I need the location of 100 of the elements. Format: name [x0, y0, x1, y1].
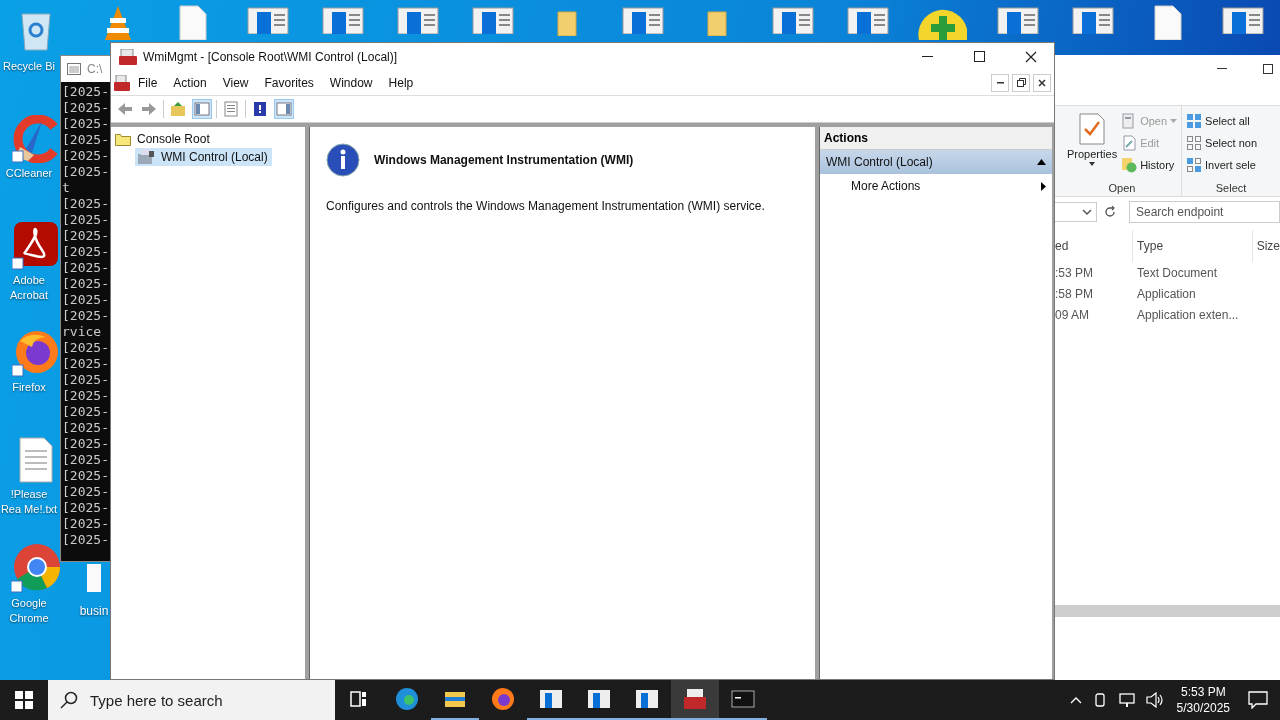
close-icon	[1025, 50, 1037, 63]
column-header[interactable]: Size	[1252, 230, 1280, 262]
console-line: [2025-	[62, 420, 110, 436]
maximize-button[interactable]	[1260, 61, 1276, 77]
console-line: [2025-	[62, 212, 110, 228]
document-window-icon[interactable]	[471, 4, 514, 34]
properties-button[interactable]: Properties	[1067, 112, 1118, 182]
ribbon-group-label: Open	[1107, 182, 1137, 194]
minimize-icon	[996, 81, 1004, 84]
maximize-icon	[973, 51, 985, 62]
table-cell-text: Application exten...	[1136, 307, 1240, 322]
menu-item[interactable]: Favorites	[256, 73, 322, 92]
table-cell-text: :53 PM	[1055, 265, 1094, 280]
pdf-app-icon[interactable]	[12, 222, 60, 270]
maximize-icon	[1263, 64, 1273, 74]
info-icon	[326, 143, 360, 177]
menu-item[interactable]: Help	[380, 73, 422, 92]
tree-pane-button[interactable]	[192, 99, 212, 119]
minimize-icon	[921, 55, 933, 58]
toolbox-taskbar-button[interactable]	[671, 680, 719, 720]
filled-grid-icon	[1186, 113, 1203, 129]
tree-item[interactable]: WMI Control (Local)	[135, 148, 272, 166]
console-line: [2025-	[62, 340, 110, 356]
console-line: [2025-	[62, 244, 110, 260]
document-window-icon[interactable]	[996, 4, 1039, 34]
document-window-icon[interactable]	[846, 4, 889, 34]
window-icon	[67, 63, 81, 75]
list-icon	[223, 101, 239, 117]
close-button[interactable]	[1033, 73, 1051, 92]
document-window-icon[interactable]	[396, 4, 439, 34]
document-window-icon[interactable]	[1071, 4, 1114, 34]
menu-item[interactable]: Window	[321, 73, 381, 92]
back-arrow-icon	[117, 101, 133, 117]
file-icon[interactable]	[177, 4, 208, 40]
fox-globe-icon[interactable]	[12, 329, 60, 377]
ribbon-button[interactable]: History	[1121, 156, 1178, 174]
four-squares-icon	[15, 691, 33, 709]
list-button[interactable]	[221, 99, 241, 119]
content-description: Configures and controls the Windows Management Instrumentation (WMI) service.	[326, 199, 766, 213]
actions-section-header[interactable]: WMI Control (Local)	[820, 150, 1052, 174]
toolbox-icon	[683, 687, 707, 711]
up-folder-button[interactable]	[168, 99, 188, 119]
console-line: [2025-	[62, 404, 110, 420]
close-icon	[1038, 78, 1046, 87]
window-title: WmiMgmt - [Console Root\WMI Control (Local)]	[143, 49, 399, 64]
browser-logo-icon[interactable]	[11, 543, 61, 593]
console-line: [2025-	[62, 308, 110, 324]
console-line: [2025-	[62, 388, 110, 404]
file-icon[interactable]	[1152, 4, 1183, 40]
action-item[interactable]: More Actions	[820, 174, 1052, 198]
table-cell-text: 09 AM	[1055, 307, 1091, 322]
document-window-icon[interactable]	[321, 4, 364, 34]
chevron-up-icon[interactable]	[1069, 696, 1082, 704]
toolbox-icon	[119, 48, 137, 65]
menu-item[interactable]: File	[130, 73, 166, 92]
menu-item[interactable]: Action	[165, 73, 215, 92]
checkered-grid-icon	[1186, 157, 1203, 173]
search-field[interactable]: Search endpoint	[1129, 201, 1280, 223]
collapse-arrow-icon	[1037, 159, 1046, 165]
console-line: [2025-	[62, 276, 110, 292]
ribbon-button[interactable]: Select all	[1186, 112, 1258, 130]
console-line: [2025-	[62, 516, 110, 532]
document-window-icon[interactable]	[771, 4, 814, 34]
console-line: [2025-	[62, 228, 110, 244]
document-window-icon[interactable]	[246, 4, 289, 34]
submenu-arrow-icon	[1041, 181, 1046, 191]
console-line: t	[62, 180, 71, 196]
network-icon[interactable]	[1117, 692, 1136, 708]
console-line: [2025-	[62, 500, 110, 516]
console-line: [2025-	[62, 100, 110, 116]
console-line: [2025-	[62, 356, 110, 372]
broom-logo-icon[interactable]	[12, 115, 60, 163]
action-pane-button[interactable]	[274, 99, 294, 119]
scroll-bar[interactable]	[1055, 605, 1280, 617]
actions-header: Actions	[820, 127, 1052, 150]
ribbon-button[interactable]: Invert sele	[1186, 156, 1258, 174]
clock-date[interactable]: 5/30/2025	[1176, 700, 1230, 716]
document-window-icon[interactable]	[1221, 4, 1264, 34]
taskbar-search-field[interactable]: Type here to search	[48, 680, 335, 720]
document-window-icon[interactable]	[621, 4, 664, 34]
pencil-document-icon	[1121, 135, 1138, 151]
clock-time[interactable]: 5:53 PM	[1180, 684, 1226, 700]
console-line: [2025-	[62, 148, 110, 164]
column-header[interactable]: Type	[1133, 230, 1253, 262]
console-line: [2025-	[62, 132, 110, 148]
console-line: [2025-	[62, 84, 110, 100]
chevron-down-icon	[1082, 208, 1092, 216]
table-cell-text: :58 PM	[1055, 286, 1094, 301]
minimize-icon	[1217, 68, 1227, 70]
speaker-icon[interactable]	[1145, 692, 1164, 708]
caret-icon	[1088, 162, 1097, 167]
tree-item[interactable]: Console Root	[137, 132, 210, 146]
console-line: [2025-	[62, 484, 110, 500]
console-line: [2025-	[62, 532, 110, 548]
restore-button[interactable]	[1012, 73, 1030, 92]
menu-item[interactable]: View	[214, 73, 257, 92]
notification-icon[interactable]	[1248, 691, 1268, 709]
refresh-icon	[1104, 206, 1116, 218]
ribbon-button[interactable]: Select non	[1186, 134, 1258, 152]
pane-left-icon	[194, 101, 210, 117]
